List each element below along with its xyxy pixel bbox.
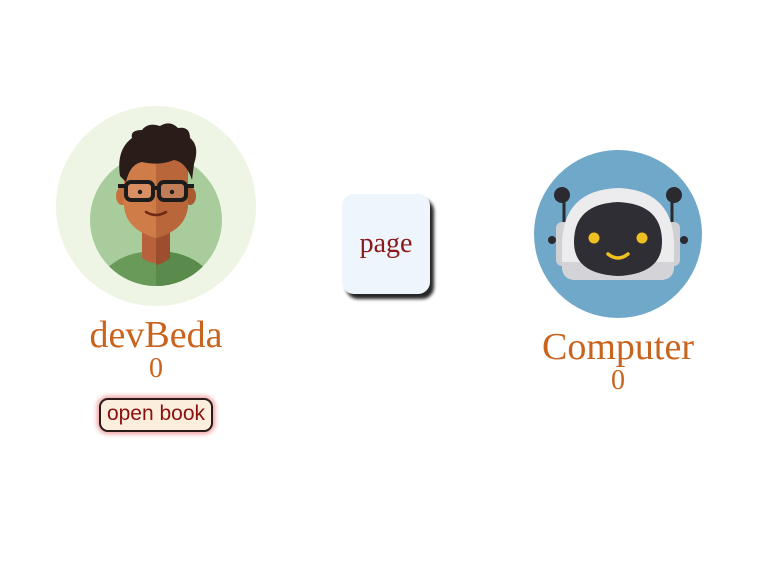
user-player-panel: devBeda 0 open book bbox=[56, 106, 256, 432]
man-with-glasses-avatar-icon bbox=[56, 106, 256, 306]
open-book-button[interactable]: open book bbox=[98, 398, 214, 432]
user-player-score: 0 bbox=[149, 353, 163, 384]
robot-avatar-icon bbox=[534, 150, 702, 318]
computer-player-score: 0 bbox=[611, 365, 625, 396]
computer-player-name: Computer bbox=[542, 326, 694, 368]
computer-player-panel: Computer 0 bbox=[518, 150, 718, 396]
page-card-label: page bbox=[359, 228, 413, 259]
user-player-name: devBeda bbox=[89, 314, 223, 356]
page-card-button[interactable]: page bbox=[342, 194, 430, 294]
